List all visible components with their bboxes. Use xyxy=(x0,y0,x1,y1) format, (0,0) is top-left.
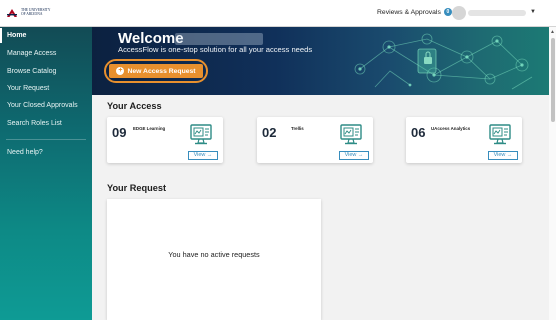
user-name-redacted[interactable] xyxy=(468,10,526,16)
chevron-down-icon[interactable]: ▼ xyxy=(530,9,536,15)
sidebar-divider xyxy=(6,139,86,140)
user-name-redacted-banner xyxy=(175,33,263,45)
plus-icon: + xyxy=(116,67,125,75)
access-card-trellis[interactable]: 02 Trellis View → xyxy=(257,117,373,163)
new-access-request-label: New Access Request xyxy=(127,67,196,75)
need-help-link[interactable]: Need help? xyxy=(0,145,92,160)
view-button[interactable]: View → xyxy=(488,151,518,160)
sidebar-item-manage-access[interactable]: Manage Access xyxy=(0,46,92,61)
scrollbar-thumb[interactable] xyxy=(551,38,555,122)
new-access-request-button[interactable]: + New Access Request xyxy=(109,64,203,78)
monitor-icon xyxy=(190,124,212,145)
avatar[interactable] xyxy=(452,6,466,20)
view-button[interactable]: View → xyxy=(339,151,369,160)
arizona-a-icon xyxy=(6,8,18,18)
university-logo[interactable]: THE UNIVERSITY OF ARIZONA xyxy=(6,8,50,18)
your-request-heading: Your Request xyxy=(107,183,167,193)
access-card-uaccess-analytics[interactable]: 06 UAccess Analytics View → xyxy=(406,117,522,163)
access-count: 06 xyxy=(411,125,426,140)
access-name: UAccess Analytics xyxy=(431,126,471,131)
scroll-up-arrow-icon[interactable]: ▲ xyxy=(550,29,555,35)
access-name: Trellis xyxy=(291,126,304,131)
empty-requests-message: You have no active requests xyxy=(168,250,260,259)
access-count: 09 xyxy=(112,125,127,140)
access-count: 02 xyxy=(262,125,277,140)
reviews-count-badge: 0 xyxy=(443,8,452,16)
reviews-approvals-link[interactable]: Reviews & Approvals 0 xyxy=(377,8,452,16)
sidebar-item-home[interactable]: Home xyxy=(0,28,92,43)
monitor-icon xyxy=(489,124,511,145)
sidebar: Home Manage Access Browse Catalog Your R… xyxy=(0,27,92,320)
monitor-icon xyxy=(340,124,362,145)
reviews-approvals-label: Reviews & Approvals xyxy=(377,8,441,16)
sidebar-item-browse-catalog[interactable]: Browse Catalog xyxy=(0,64,92,79)
your-access-heading: Your Access xyxy=(107,101,162,111)
logo-line-2: OF ARIZONA xyxy=(21,12,43,16)
sidebar-item-your-request[interactable]: Your Request xyxy=(0,81,92,96)
your-request-panel: You have no active requests xyxy=(107,199,321,320)
access-name: EDGE Learning xyxy=(133,126,166,131)
welcome-subtitle: AccessFlow is one-stop solution for all … xyxy=(118,45,313,54)
view-button[interactable]: View → xyxy=(188,151,218,160)
sidebar-item-closed-approvals[interactable]: Your Closed Approvals xyxy=(0,98,92,113)
welcome-banner: Welcome AccessFlow is one-stop solution … xyxy=(92,27,549,95)
top-bar: THE UNIVERSITY OF ARIZONA Reviews & Appr… xyxy=(0,0,556,27)
access-card-edge-learning[interactable]: 09 EDGE Learning View → xyxy=(107,117,223,163)
sidebar-item-search-roles[interactable]: Search Roles List xyxy=(0,116,92,131)
